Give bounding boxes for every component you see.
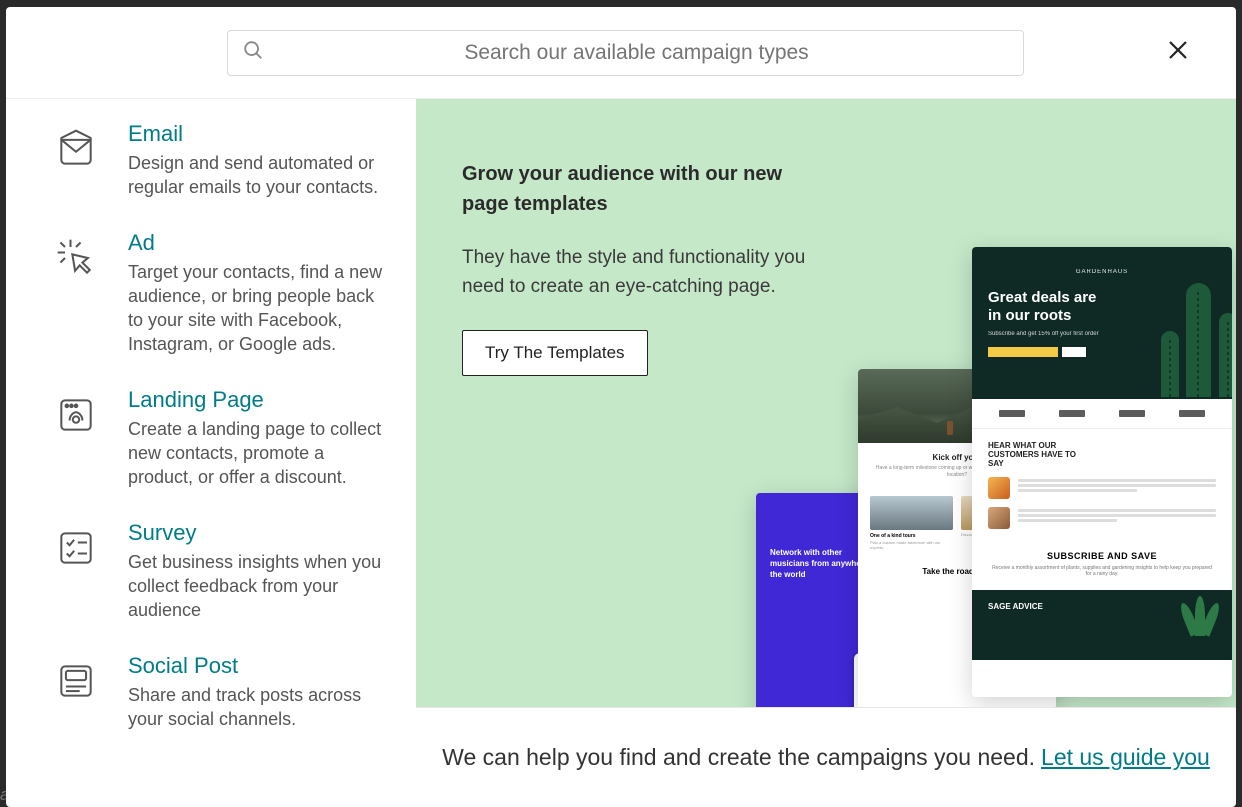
template-mockups: BAND Network with other musicians from a…: [726, 247, 1236, 707]
campaign-title: Survey: [128, 520, 386, 546]
social-post-icon: [54, 659, 98, 703]
card-title: One of a kind tours: [870, 533, 953, 539]
testimonial-heading: HEAR WHAT OUR CUSTOMERS HAVE TO SAY: [988, 441, 1078, 469]
campaign-item-landing-page[interactable]: Landing Page Create a landing page to co…: [54, 375, 386, 508]
mockup-brand: GARDENHAUS: [988, 269, 1216, 275]
campaign-type-modal: Email Design and send automated or regul…: [6, 7, 1236, 807]
campaign-title: Email: [128, 121, 386, 147]
close-button[interactable]: [1164, 39, 1192, 67]
campaign-desc: Get business insights when you collect f…: [128, 550, 386, 623]
campaign-item-ad[interactable]: Ad Target your contacts, find a new audi…: [54, 218, 386, 375]
modal-header: [6, 7, 1236, 99]
mockup-gardenhaus: GARDENHAUS Great deals are in our roots …: [972, 247, 1232, 697]
campaign-title: Ad: [128, 230, 386, 256]
campaign-title: Social Post: [128, 653, 386, 679]
campaign-item-email[interactable]: Email Design and send automated or regul…: [54, 109, 386, 218]
promo-banner: Grow your audience with our new page tem…: [416, 99, 1236, 707]
modal-footer: We can help you find and create the camp…: [416, 707, 1236, 807]
campaign-desc: Design and send automated or regular ema…: [128, 151, 386, 200]
campaign-title: Landing Page: [128, 387, 386, 413]
try-templates-button[interactable]: Try The Templates: [462, 330, 648, 376]
search-input[interactable]: [264, 41, 1009, 65]
let-us-guide-you-link[interactable]: Let us guide you: [1041, 744, 1210, 771]
mockup-hero-title: Great deals are in our roots: [988, 289, 1108, 325]
campaign-type-list[interactable]: Email Design and send automated or regul…: [6, 99, 416, 807]
survey-icon: [54, 526, 98, 570]
landing-page-icon: [54, 393, 98, 437]
close-icon: [1166, 38, 1190, 67]
subscribe-heading: SUBSCRIBE AND SAVE: [972, 541, 1232, 565]
ad-click-icon: [54, 236, 98, 280]
promo-title: Grow your audience with our new page tem…: [462, 159, 802, 219]
email-icon: [54, 127, 98, 171]
campaign-item-social-post[interactable]: Social Post Share and track posts across…: [54, 641, 386, 750]
campaign-item-survey[interactable]: Survey Get business insights when you co…: [54, 508, 386, 641]
search-icon: [242, 39, 264, 66]
campaign-desc: Target your contacts, find a new audienc…: [128, 260, 386, 357]
search-box[interactable]: [227, 30, 1024, 76]
main-panel: Grow your audience with our new page tem…: [416, 99, 1236, 807]
campaign-desc: Create a landing page to collect new con…: [128, 417, 386, 490]
modal-body: Email Design and send automated or regul…: [6, 99, 1236, 807]
footer-text: We can help you find and create the camp…: [442, 744, 1035, 771]
campaign-desc: Share and track posts across your social…: [128, 683, 386, 732]
